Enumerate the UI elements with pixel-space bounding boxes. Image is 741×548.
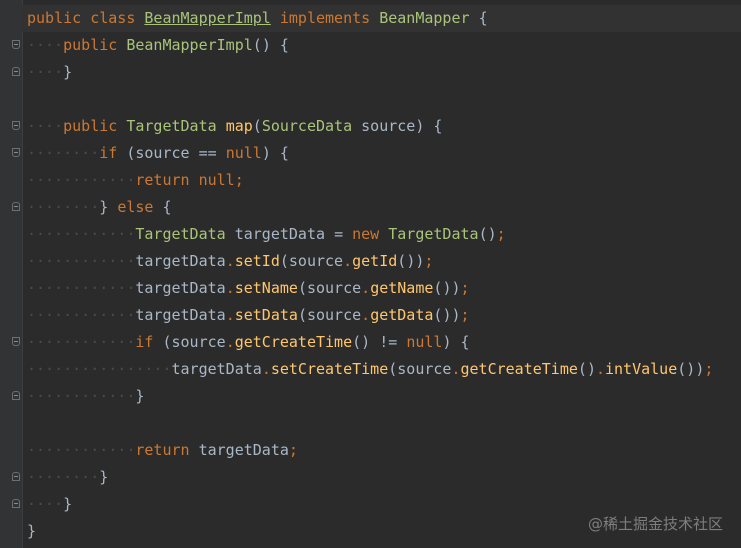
code-line-text: }	[27, 522, 37, 540]
fold-marker-icon[interactable]	[12, 499, 20, 508]
code-line[interactable]: ············targetData.setData(source.ge…	[27, 302, 741, 329]
code-line-text: public TargetData map(SourceData source)…	[63, 117, 443, 135]
code-line[interactable]	[27, 86, 741, 113]
indent-guide: ····	[27, 36, 64, 54]
indent-guide: ················	[27, 360, 172, 378]
fold-marker-icon[interactable]	[12, 391, 20, 400]
code-line[interactable]: ····public TargetData map(SourceData sou…	[27, 113, 741, 140]
indent-guide: ········	[27, 468, 100, 486]
code-line[interactable]: ········if (source == null) {	[27, 140, 741, 167]
fold-marker-icon[interactable]	[12, 67, 20, 76]
code-line-text: } else {	[99, 198, 172, 216]
indent-guide: ············	[27, 225, 136, 243]
code-line-text: }	[63, 63, 73, 81]
code-line[interactable]: ············targetData.setId(source.getI…	[27, 248, 741, 275]
indent-guide: ········	[27, 144, 100, 162]
indent-guide: ············	[27, 279, 136, 297]
indent-guide: ········	[27, 198, 100, 216]
code-line[interactable]: ········} else {	[27, 194, 741, 221]
code-line-text: public class BeanMapperImpl implements B…	[27, 9, 488, 27]
indent-guide: ············	[27, 441, 136, 459]
code-area[interactable]: public class BeanMapperImpl implements B…	[22, 5, 741, 548]
fold-marker-icon[interactable]	[12, 472, 20, 481]
code-line-text: targetData.setCreateTime(source.getCreat…	[171, 360, 714, 378]
indent-guide: ············	[27, 387, 136, 405]
code-line[interactable]: ····}	[27, 59, 741, 86]
indent-guide: ············	[27, 252, 136, 270]
code-line-text: }	[63, 495, 73, 513]
code-line-text: if (source == null) {	[99, 144, 289, 162]
code-line-text: targetData.setId(source.getId());	[135, 252, 434, 270]
fold-marker-icon[interactable]	[12, 148, 20, 157]
indent-guide: ····	[27, 117, 64, 135]
code-line[interactable]: ····public BeanMapperImpl() {	[27, 32, 741, 59]
indent-guide: ············	[27, 333, 136, 351]
indent-guide: ····	[27, 63, 64, 81]
code-line[interactable]: ············return null;	[27, 167, 741, 194]
code-line-text: return null;	[135, 171, 244, 189]
fold-marker-icon[interactable]	[12, 337, 20, 346]
code-line-text: targetData.setData(source.getData());	[135, 306, 470, 324]
code-line-text: public BeanMapperImpl() {	[63, 36, 289, 54]
code-line[interactable]: ············if (source.getCreateTime() !…	[27, 329, 741, 356]
code-line[interactable]: ············}	[27, 383, 741, 410]
indent-guide: ····	[27, 495, 64, 513]
fold-marker-icon[interactable]	[12, 121, 20, 130]
code-line-text: targetData.setName(source.getName());	[135, 279, 470, 297]
fold-marker-icon[interactable]	[12, 40, 20, 49]
code-line[interactable]: ············return targetData;	[27, 437, 741, 464]
indent-guide: ············	[27, 306, 136, 324]
editor-gutter	[0, 0, 23, 548]
watermark: @稀土掘金技术社区	[587, 515, 723, 533]
code-line-text: if (source.getCreateTime() != null) {	[135, 333, 470, 351]
indent-guide: ············	[27, 171, 136, 189]
code-line[interactable]: ········}	[27, 464, 741, 491]
fold-marker-icon[interactable]	[12, 202, 20, 211]
code-line[interactable]: ············targetData.setName(source.ge…	[27, 275, 741, 302]
code-editor[interactable]: public class BeanMapperImpl implements B…	[0, 0, 741, 548]
code-line[interactable]	[27, 410, 741, 437]
code-line[interactable]: public class BeanMapperImpl implements B…	[22, 5, 741, 32]
code-line-text: return targetData;	[135, 441, 298, 459]
code-line-text: TargetData targetData = new TargetData()…	[135, 225, 506, 243]
code-line-text: }	[99, 468, 109, 486]
code-line-text: }	[135, 387, 145, 405]
code-line[interactable]: ················targetData.setCreateTime…	[27, 356, 741, 383]
code-line[interactable]: ············TargetData targetData = new …	[27, 221, 741, 248]
